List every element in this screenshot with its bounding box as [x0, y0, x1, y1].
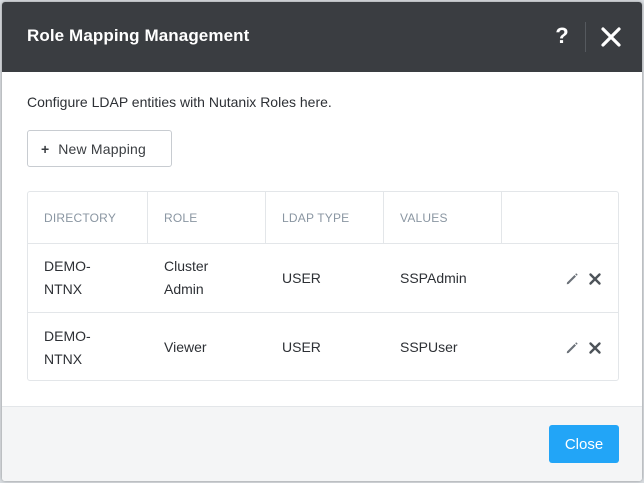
table-row: DEMO- NTNX Viewer USER SSPUser — [28, 313, 618, 382]
close-button[interactable]: Close — [549, 425, 619, 463]
column-header-role[interactable]: ROLE — [148, 192, 266, 243]
new-mapping-button[interactable]: + New Mapping — [27, 130, 172, 167]
header-divider — [585, 22, 586, 52]
cell-ldap-type: USER — [282, 269, 321, 286]
description-text: Configure LDAP entities with Nutanix Rol… — [27, 94, 332, 110]
table-header: DIRECTORY ROLE LDAP TYPE VALUES — [28, 192, 618, 244]
modal-title: Role Mapping Management — [27, 26, 250, 45]
pencil-icon[interactable] — [565, 341, 579, 355]
table-row: DEMO- NTNX Cluster Admin USER SSPAdmin — [28, 244, 618, 313]
cell-values: SSPUser — [400, 339, 458, 355]
column-header-actions — [502, 192, 618, 243]
cell-role: Viewer — [164, 339, 207, 355]
cell-values: SSPAdmin — [400, 269, 467, 286]
role-mapping-table: DIRECTORY ROLE LDAP TYPE VALUES DEMO- NT… — [27, 191, 619, 381]
row-actions — [565, 244, 602, 313]
plus-icon: + — [41, 140, 50, 157]
cell-directory-line: NTNX — [44, 281, 83, 297]
pencil-icon[interactable] — [565, 272, 579, 286]
column-header-values[interactable]: VALUES — [384, 192, 502, 243]
cell-role-line: Cluster — [164, 258, 209, 274]
cell-directory-line: NTNX — [44, 350, 83, 367]
new-mapping-label: New Mapping — [58, 140, 146, 157]
cell-role-line: Admin — [164, 281, 204, 297]
column-header-directory[interactable]: DIRECTORY — [28, 192, 148, 243]
x-icon[interactable] — [588, 341, 602, 355]
close-x-icon[interactable] — [600, 26, 622, 48]
modal-header: Role Mapping Management ? — [2, 2, 642, 72]
modal-body: Configure LDAP entities with Nutanix Rol… — [2, 72, 642, 406]
row-actions — [565, 313, 602, 382]
cell-directory: DEMO- NTNX — [28, 244, 148, 312]
cell-directory: DEMO- NTNX — [28, 313, 148, 382]
cell-ldap-type: USER — [282, 339, 321, 355]
cell-directory-line: DEMO- — [44, 258, 91, 274]
role-mapping-modal: Role Mapping Management ? Configure LDAP… — [2, 2, 642, 481]
cell-role: Cluster Admin — [148, 244, 266, 312]
column-header-ldap-type[interactable]: LDAP TYPE — [266, 192, 384, 243]
x-icon[interactable] — [588, 272, 602, 286]
help-icon[interactable]: ? — [552, 22, 572, 50]
modal-footer: Close — [2, 406, 642, 481]
cell-directory-line: DEMO- — [44, 327, 91, 344]
